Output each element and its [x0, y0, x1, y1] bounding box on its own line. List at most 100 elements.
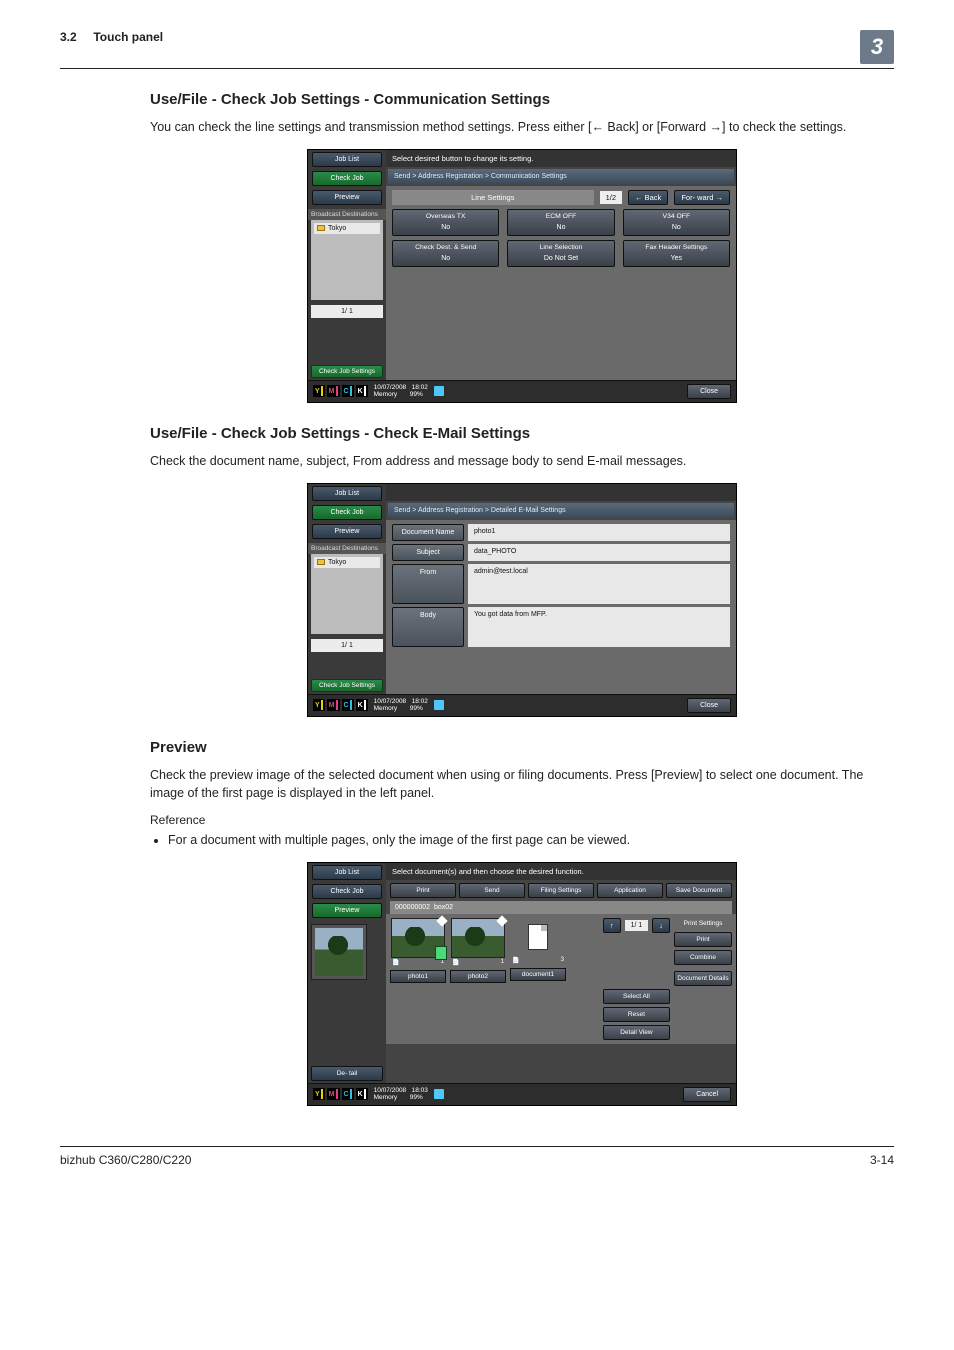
section-number: 3.2 [60, 30, 77, 44]
box-info: 000000002 box02 [390, 901, 732, 914]
tab-preview[interactable]: Preview [312, 190, 382, 205]
detail-button[interactable]: De- tail [311, 1066, 383, 1081]
toner-y-icon: Y [313, 1088, 325, 1100]
thumb-document1-label: document1 [510, 968, 566, 981]
toner-m-icon: M [327, 1088, 340, 1100]
tab-application[interactable]: Application [597, 883, 663, 898]
detail-view-button[interactable]: Detail View [603, 1025, 670, 1040]
toner-c-icon: C [342, 699, 354, 711]
label-broadcast-dest: Broadcast Destinations [308, 209, 386, 220]
heading-preview: Preview [150, 739, 894, 756]
model-name: bizhub C360/C280/C220 [60, 1153, 191, 1167]
toner-levels: Y M C K [313, 385, 368, 397]
reference-bullet: For a document with multiple pages, only… [168, 831, 894, 850]
print-button[interactable]: Print [674, 932, 732, 947]
label-from: From [392, 564, 464, 604]
panel-preview: Job List Check Job Preview De- tail Sele… [307, 862, 737, 1106]
section-breadcrumb: 3.2 Touch panel [60, 30, 163, 44]
status-icon [434, 386, 444, 396]
close-button[interactable]: Close [687, 698, 731, 713]
reset-button[interactable]: Reset [603, 1007, 670, 1022]
tab-filing-settings[interactable]: Filing Settings [528, 883, 594, 898]
instruction-text: Select desired button to change its sett… [386, 150, 736, 167]
panel-footer: Y M C K 10/07/2008 18:03 Memory 99% Canc… [308, 1083, 736, 1105]
page-counter: 1/2 [600, 191, 622, 204]
datetime-memory: 10/07/2008 18:03 Memory 99% [374, 1087, 428, 1101]
print-settings-label: Print Settings [674, 918, 732, 929]
tab-check-job[interactable]: Check Job [312, 884, 382, 899]
tab-preview[interactable]: Preview [312, 903, 382, 918]
destination-tokyo[interactable]: Tokyo [314, 557, 380, 568]
label-subject: Subject [392, 544, 464, 561]
document-icon [528, 924, 548, 950]
envelope-icon [317, 225, 325, 231]
thumb-copies-icon: 📄 [512, 957, 519, 964]
document-details-button[interactable]: Document Details [674, 971, 732, 986]
heading-comm-settings: Use/File - Check Job Settings - Communic… [150, 91, 894, 108]
cell-line-selection[interactable]: Line SelectionDo Not Set [507, 240, 614, 267]
destination-list: Tokyo [311, 554, 383, 634]
value-document-name: photo1 [468, 524, 730, 541]
panel-footer: Y M C K 10/07/2008 18:02 Memory 99% Clos… [308, 694, 736, 716]
thumb-photo1[interactable]: 📄1 photo1 [390, 918, 446, 983]
toner-k-icon: K [356, 699, 368, 711]
heading-email-settings: Use/File - Check Job Settings - Check E-… [150, 425, 894, 442]
value-body: You got data from MFP. [468, 607, 730, 647]
close-button[interactable]: Close [687, 384, 731, 399]
thumb-page-counter: 1/ 1 [625, 920, 649, 931]
cell-fax-header[interactable]: Fax Header SettingsYes [623, 240, 730, 267]
page-number: 3-14 [870, 1153, 894, 1167]
select-all-button[interactable]: Select All [603, 989, 670, 1004]
left-sidebar: Job List Check Job Preview De- tail [308, 863, 386, 1083]
cancel-button[interactable]: Cancel [683, 1087, 731, 1102]
prev-page-button[interactable]: ↑ [603, 918, 621, 933]
tab-job-list[interactable]: Job List [312, 486, 382, 501]
thumbnail-grid: 📄1 photo1 📄1 photo2 📄3 [390, 918, 566, 983]
cell-ecm-off[interactable]: ECM OFFNo [507, 209, 614, 236]
combine-button[interactable]: Combine [674, 950, 732, 965]
toner-levels: Y M C K [313, 699, 368, 711]
status-icon [434, 1089, 444, 1099]
tab-preview[interactable]: Preview [312, 524, 382, 539]
tab-send[interactable]: Send [459, 883, 525, 898]
destination-list: Tokyo [311, 220, 383, 300]
breadcrumb: Send > Address Registration > Detailed E… [388, 503, 734, 518]
tab-check-job[interactable]: Check Job [312, 505, 382, 520]
thumb-copies-icon: 📄 [392, 959, 399, 966]
check-job-settings-button[interactable]: Check Job Settings [311, 365, 383, 378]
left-sidebar: Job List Check Job Preview Broadcast Des… [308, 484, 386, 694]
forward-button[interactable]: For- ward → [674, 190, 730, 205]
cell-check-dest-send[interactable]: Check Dest. & SendNo [392, 240, 499, 267]
datetime-memory: 10/07/2008 18:02 Memory 99% [374, 384, 428, 398]
back-button[interactable]: ← Back [628, 190, 668, 205]
tab-job-list[interactable]: Job List [312, 152, 382, 167]
thumb-copies-icon: 📄 [452, 959, 459, 966]
para-preview: Check the preview image of the selected … [150, 766, 894, 804]
tab-save-document[interactable]: Save Document [666, 883, 732, 898]
cell-v34-off[interactable]: V34 OFFNo [623, 209, 730, 236]
toner-c-icon: C [342, 1088, 354, 1100]
tab-job-list[interactable]: Job List [312, 865, 382, 880]
thumb-photo2[interactable]: 📄1 photo2 [450, 918, 506, 983]
cell-overseas-tx[interactable]: Overseas TXNo [392, 209, 499, 236]
right-area: Select desired button to change its sett… [386, 150, 736, 380]
toner-y-icon: Y [313, 385, 325, 397]
toner-y-icon: Y [313, 699, 325, 711]
value-subject: data_PHOTO [468, 544, 730, 561]
toner-k-icon: K [356, 1088, 368, 1100]
thumb-document1[interactable]: 📄3 document1 [510, 918, 566, 983]
tab-print[interactable]: Print [390, 883, 456, 898]
thumb-photo2-label: photo2 [450, 970, 506, 983]
datetime-memory: 10/07/2008 18:02 Memory 99% [374, 698, 428, 712]
status-icon [434, 700, 444, 710]
instruction-text [386, 484, 736, 501]
tab-check-job[interactable]: Check Job [312, 171, 382, 186]
page-indicator: 1/ 1 [311, 305, 383, 318]
panel-email-settings: Job List Check Job Preview Broadcast Des… [307, 483, 737, 717]
label-document-name: Document Name [392, 524, 464, 541]
destination-tokyo[interactable]: Tokyo [314, 223, 380, 234]
page-indicator: 1/ 1 [311, 639, 383, 652]
check-job-settings-button[interactable]: Check Job Settings [311, 679, 383, 692]
next-page-button[interactable]: ↓ [652, 918, 670, 933]
envelope-icon [317, 559, 325, 565]
